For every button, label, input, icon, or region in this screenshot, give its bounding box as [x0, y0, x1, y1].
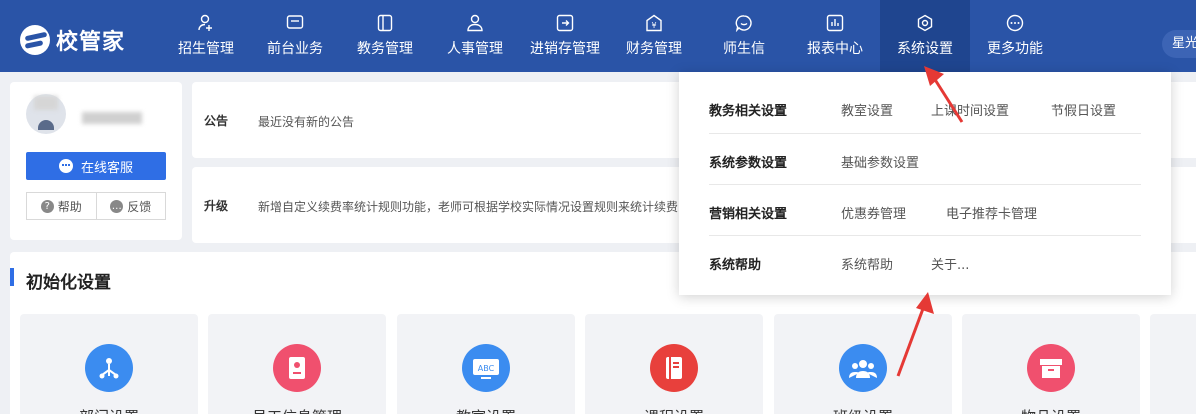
nav-label: 教务管理 — [357, 41, 413, 57]
help-label: 帮助 — [57, 199, 82, 214]
feedback-label: 反馈 — [127, 199, 152, 214]
nav-item-more[interactable]: 更多功能 — [970, 0, 1060, 72]
nav-item-front-desk[interactable]: 前台业务 — [250, 0, 340, 72]
person-plus-icon — [197, 14, 215, 32]
card-label: 员工信息管理 — [208, 406, 386, 414]
card-label: 课程设置 — [585, 406, 763, 414]
book-icon — [376, 14, 394, 32]
svg-text:¥: ¥ — [651, 21, 656, 30]
dropdown-row-marketing: 营销相关设置 优惠券管理 电子推荐卡管理 — [709, 184, 1141, 235]
id-card-icon — [273, 344, 321, 392]
abc-badge: ABC — [478, 364, 495, 373]
nav-item-enrollment[interactable]: 招生管理 — [162, 0, 250, 72]
dropdown-row-heading: 营销相关设置 — [709, 207, 788, 222]
nav-label: 招生管理 — [178, 41, 234, 57]
dropdown-row-heading: 系统帮助 — [709, 258, 762, 273]
user-menu[interactable]: 星光 — [1162, 30, 1196, 58]
annotation-arrow-icon — [924, 66, 964, 123]
card-partial[interactable] — [1150, 314, 1196, 414]
card-classroom-settings[interactable]: ABC 教室设置 — [397, 314, 575, 414]
dropdown-row-heading: 系统参数设置 — [709, 156, 788, 171]
feedback-button[interactable]: … 反馈 — [95, 193, 166, 219]
link-referral-card-management[interactable]: 电子推荐卡管理 — [946, 203, 1037, 222]
notebook-icon — [650, 344, 698, 392]
abc-board-icon: ABC — [462, 344, 510, 392]
section-accent-bar — [10, 268, 14, 286]
card-label: 教室设置 — [397, 406, 575, 414]
ellipsis-icon: … — [110, 199, 124, 213]
nav-item-reports[interactable]: 报表中心 — [790, 0, 880, 72]
nav-label: 财务管理 — [626, 41, 682, 57]
nav-label: 进销存管理 — [530, 41, 600, 57]
link-holiday-settings[interactable]: 节假日设置 — [1051, 100, 1116, 119]
more-icon — [1006, 14, 1024, 32]
link-system-help[interactable]: 系统帮助 — [841, 254, 893, 273]
announcement-text[interactable]: 最近没有新的公告 — [258, 113, 354, 130]
upgrade-text[interactable]: 新增自定义续费率统计规则功能，老师可根据学校实际情况设置规则来统计续费 — [258, 198, 678, 215]
storage-box-icon — [1027, 344, 1075, 392]
help-button[interactable]: ? 帮助 — [27, 193, 96, 219]
online-service-label: 在线客服 — [80, 160, 133, 176]
nav-label: 前台业务 — [267, 41, 323, 57]
chat-bubble-icon — [58, 159, 73, 173]
dropdown-row-help: 系统帮助 系统帮助 关于... — [709, 235, 1141, 286]
yen-icon: ¥ — [645, 14, 663, 32]
nav-item-finance[interactable]: ¥ 财务管理 — [610, 0, 698, 72]
dropdown-row-heading: 教务相关设置 — [709, 104, 788, 119]
monitor-icon — [286, 14, 304, 32]
card-course-settings[interactable]: 课程设置 — [585, 314, 763, 414]
nav-label: 人事管理 — [447, 41, 503, 57]
nav-label: 更多功能 — [987, 41, 1043, 57]
profile-card: 在线客服 ? 帮助 … 反馈 — [10, 82, 182, 240]
arrow-box-icon — [556, 14, 574, 32]
link-coupon-management[interactable]: 优惠券管理 — [841, 203, 906, 222]
nav-item-hr[interactable]: 人事管理 — [430, 0, 520, 72]
logo-text: 校管家 — [56, 30, 126, 55]
chart-icon — [826, 14, 844, 32]
person-icon — [466, 14, 484, 32]
chat-icon — [735, 14, 753, 32]
link-basic-params[interactable]: 基础参数设置 — [841, 152, 919, 171]
card-label: 部门设置 — [20, 406, 198, 414]
link-about[interactable]: 关于... — [931, 254, 969, 273]
nav-item-teacher-student-msg[interactable]: 师生信 — [698, 0, 790, 72]
card-item-settings[interactable]: 物品设置 — [962, 314, 1140, 414]
blurred-name — [34, 96, 58, 110]
nav-item-academic[interactable]: 教务管理 — [340, 0, 430, 72]
blurred-info — [82, 112, 142, 124]
gear-icon — [916, 14, 934, 32]
card-department-settings[interactable]: 部门设置 — [20, 314, 198, 414]
online-service-button[interactable]: 在线客服 — [26, 152, 166, 180]
logo[interactable]: 校管家 — [20, 25, 126, 55]
card-staff-info[interactable]: 员工信息管理 — [208, 314, 386, 414]
logo-mark-icon — [20, 25, 50, 55]
section-title: 初始化设置 — [26, 273, 111, 293]
nav-label: 报表中心 — [807, 41, 863, 57]
card-label: 班级设置 — [774, 406, 952, 414]
link-classroom-settings[interactable]: 教室设置 — [841, 100, 893, 119]
dropdown-row-system-params: 系统参数设置 基础参数设置 — [709, 133, 1141, 184]
nav-item-inventory[interactable]: 进销存管理 — [520, 0, 610, 72]
top-navigation-bar: 校管家 招生管理 前台业务 教务管理 人事管理 进销存管理 ¥ 财务管理 师生信… — [0, 0, 1196, 72]
announcement-tag: 公告 — [204, 114, 229, 128]
help-feedback-group: ? 帮助 … 反馈 — [26, 192, 166, 220]
question-icon: ? — [40, 199, 54, 213]
annotation-arrow-icon — [896, 292, 934, 377]
nav-label: 系统设置 — [897, 41, 953, 57]
card-label: 物品设置 — [962, 406, 1140, 414]
nav-label: 师生信 — [723, 41, 765, 57]
org-tree-icon — [85, 344, 133, 392]
upgrade-tag: 升级 — [204, 199, 229, 213]
